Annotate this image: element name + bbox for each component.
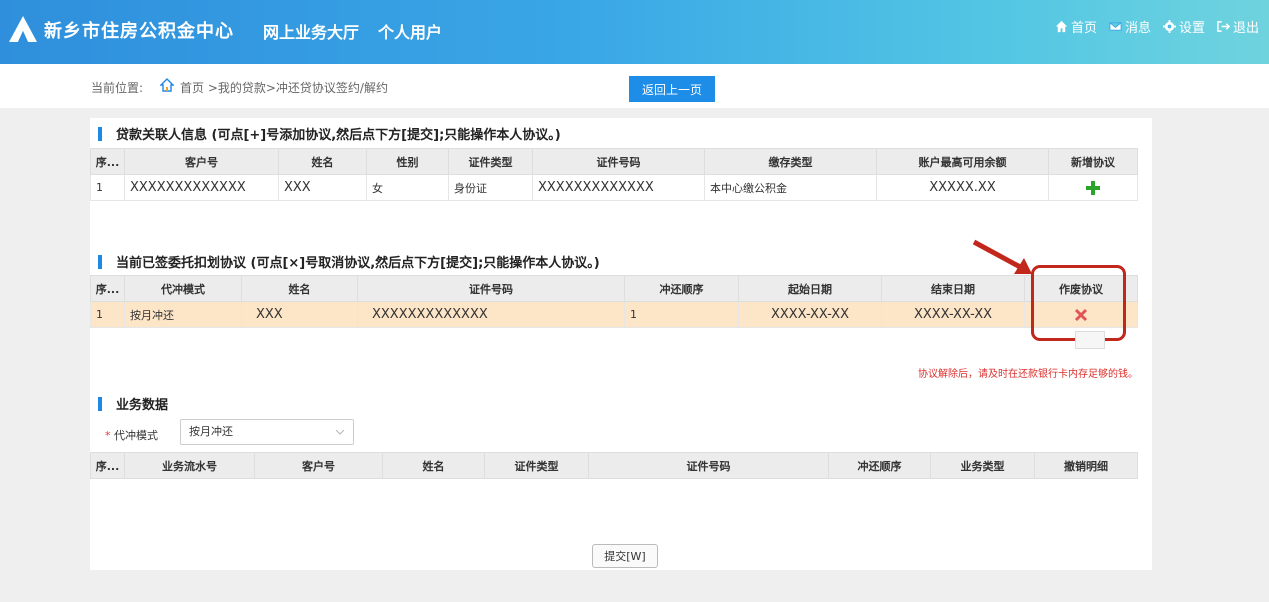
- section-title-loan-related: 贷款关联人信息 (可点[+]号添加协议,然后点下方[提交];只能操作本人协议。): [98, 124, 561, 143]
- breadcrumb-label: 当前位置:: [91, 81, 144, 95]
- nav-settings-label: 设置: [1178, 21, 1205, 36]
- logo-icon: [9, 16, 37, 42]
- cell-mode: 按月冲还: [124, 301, 242, 328]
- mode-select[interactable]: 按月冲还: [180, 419, 354, 445]
- table-header-row: 序... 客户号 姓名 性别 证件类型 证件号码 缴存类型 账户最高可用余额 新…: [90, 148, 1138, 175]
- breadcrumb-path[interactable]: 首页 >我的贷款>冲还贷协议签约/解约: [180, 79, 388, 96]
- col-header[interactable]: 姓名: [241, 275, 358, 302]
- cell-max-balance: XXXXX.XX: [876, 174, 1049, 201]
- cell-seq: 1: [90, 174, 125, 201]
- home-icon: [1055, 20, 1068, 33]
- col-header[interactable]: 业务类型: [930, 452, 1035, 479]
- annotation-arrow-icon: [972, 239, 1032, 274]
- cell-id-no: XXXXXXXXXXXXX: [357, 301, 625, 328]
- table-row[interactable]: 1 按月冲还 XXX XXXXXXXXXXXXX 1 XXXX-XX-XX XX…: [90, 301, 1138, 328]
- gear-icon: [1162, 20, 1176, 33]
- top-nav: 首页 消息 设置 退出: [1055, 17, 1259, 36]
- nav-logout-label: 退出: [1232, 21, 1259, 36]
- submit-button[interactable]: 提交[W]: [592, 544, 658, 568]
- portal-title: 网上业务大厅: [263, 23, 360, 42]
- table-header-row: 序... 代冲模式 姓名 证件号码 冲还顺序 起始日期 结束日期 作废协议: [90, 275, 1138, 302]
- cell-end-date: XXXX-XX-XX: [881, 301, 1025, 328]
- col-header[interactable]: 证件号码: [357, 275, 625, 302]
- col-header[interactable]: 序...: [90, 275, 125, 302]
- table-row[interactable]: 1 XXXXXXXXXXXXX XXX 女 身份证 XXXXXXXXXXXXX …: [90, 174, 1138, 201]
- col-header[interactable]: 证件类型: [484, 452, 589, 479]
- col-header[interactable]: 客户号: [124, 148, 279, 175]
- message-icon: [1109, 22, 1122, 31]
- col-header[interactable]: 姓名: [278, 148, 367, 175]
- table-header-row: 序... 业务流水号 客户号 姓名 证件类型 证件号码 冲还顺序 业务类型 撤销…: [90, 452, 1138, 479]
- cell-id-type: 身份证: [448, 174, 533, 201]
- section-title-business-data: 业务数据: [98, 394, 168, 413]
- top-header: 新乡市住房公积金中心 网上业务大厅 个人用户 首页 消息 设置 退出: [0, 0, 1269, 64]
- breadcrumb-bar: 当前位置: 首页 >我的贷款>冲还贷协议签约/解约 返回上一页: [0, 64, 1269, 108]
- cell-start-date: XXXX-XX-XX: [738, 301, 882, 328]
- col-header[interactable]: 性别: [366, 148, 449, 175]
- section-title-text: 业务数据: [116, 398, 169, 413]
- nav-message[interactable]: 消息: [1109, 17, 1151, 36]
- section-marker: [98, 396, 102, 411]
- nav-settings[interactable]: 设置: [1162, 17, 1205, 36]
- cell-seq: 1: [90, 301, 125, 328]
- cell-name: XXX: [278, 174, 367, 201]
- nav-home-label: 首页: [1070, 21, 1097, 36]
- col-header[interactable]: 结束日期: [881, 275, 1025, 302]
- main-panel: 贷款关联人信息 (可点[+]号添加协议,然后点下方[提交];只能操作本人协议。)…: [90, 118, 1152, 570]
- business-data-table: 序... 业务流水号 客户号 姓名 证件类型 证件号码 冲还顺序 业务类型 撤销…: [90, 452, 1138, 479]
- cell-order: 1: [624, 301, 739, 328]
- required-marker: *: [105, 429, 111, 442]
- col-header[interactable]: 账户最高可用余额: [876, 148, 1049, 175]
- small-button[interactable]: [1075, 331, 1105, 349]
- col-header[interactable]: 序...: [90, 148, 125, 175]
- annotation-highlight-box: [1031, 265, 1126, 341]
- user-type-label: 个人用户: [378, 23, 443, 42]
- col-header[interactable]: 序...: [90, 452, 125, 479]
- mode-select-value: 按月冲还: [189, 425, 233, 438]
- cancel-notice: 协议解除后，请及时在还款银行卡内存足够的钱。: [918, 369, 1138, 380]
- nav-home[interactable]: 首页: [1055, 17, 1097, 36]
- back-button[interactable]: 返回上一页: [629, 76, 715, 102]
- col-header[interactable]: 证件号码: [532, 148, 705, 175]
- col-header[interactable]: 姓名: [382, 452, 485, 479]
- section-title-current-agreements: 当前已签委托扣划协议 (可点[×]号取消协议,然后点下方[提交];只能操作本人协…: [98, 252, 600, 271]
- mode-label: * 代冲模式: [105, 427, 158, 443]
- cell-deposit-type: 本中心缴公积金: [704, 174, 877, 201]
- col-header[interactable]: 客户号: [254, 452, 383, 479]
- mode-label-text: 代冲模式: [114, 429, 158, 442]
- col-header[interactable]: 业务流水号: [124, 452, 255, 479]
- col-header[interactable]: 缴存类型: [704, 148, 877, 175]
- site-title: 新乡市住房公积金中心: [44, 21, 234, 42]
- cell-customer-no: XXXXXXXXXXXXX: [124, 174, 279, 201]
- cell-id-no: XXXXXXXXXXXXX: [532, 174, 705, 201]
- plus-icon[interactable]: [1086, 180, 1100, 195]
- logout-icon: [1217, 21, 1230, 32]
- cell-name: XXX: [241, 301, 358, 328]
- chevron-down-icon: [335, 429, 345, 435]
- home-icon[interactable]: [160, 78, 174, 92]
- current-agreements-table: 序... 代冲模式 姓名 证件号码 冲还顺序 起始日期 结束日期 作废协议 1 …: [90, 275, 1138, 328]
- col-header[interactable]: 新增协议: [1048, 148, 1138, 175]
- cell-gender: 女: [366, 174, 449, 201]
- loan-related-table: 序... 客户号 姓名 性别 证件类型 证件号码 缴存类型 账户最高可用余额 新…: [90, 148, 1138, 201]
- section-marker: [98, 254, 102, 269]
- nav-logout[interactable]: 退出: [1217, 17, 1259, 36]
- col-header[interactable]: 冲还顺序: [624, 275, 739, 302]
- col-header[interactable]: 撤销明细: [1034, 452, 1138, 479]
- cell-add-action: [1048, 174, 1138, 201]
- col-header[interactable]: 证件类型: [448, 148, 533, 175]
- col-header[interactable]: 起始日期: [738, 275, 882, 302]
- section-title-text: 当前已签委托扣划协议 (可点[×]号取消协议,然后点下方[提交];只能操作本人协…: [116, 256, 600, 271]
- col-header[interactable]: 证件号码: [588, 452, 829, 479]
- col-header[interactable]: 代冲模式: [124, 275, 242, 302]
- col-header[interactable]: 冲还顺序: [828, 452, 931, 479]
- section-marker: [98, 126, 102, 141]
- section-title-text: 贷款关联人信息 (可点[+]号添加协议,然后点下方[提交];只能操作本人协议。): [116, 128, 561, 143]
- nav-message-label: 消息: [1124, 21, 1151, 36]
